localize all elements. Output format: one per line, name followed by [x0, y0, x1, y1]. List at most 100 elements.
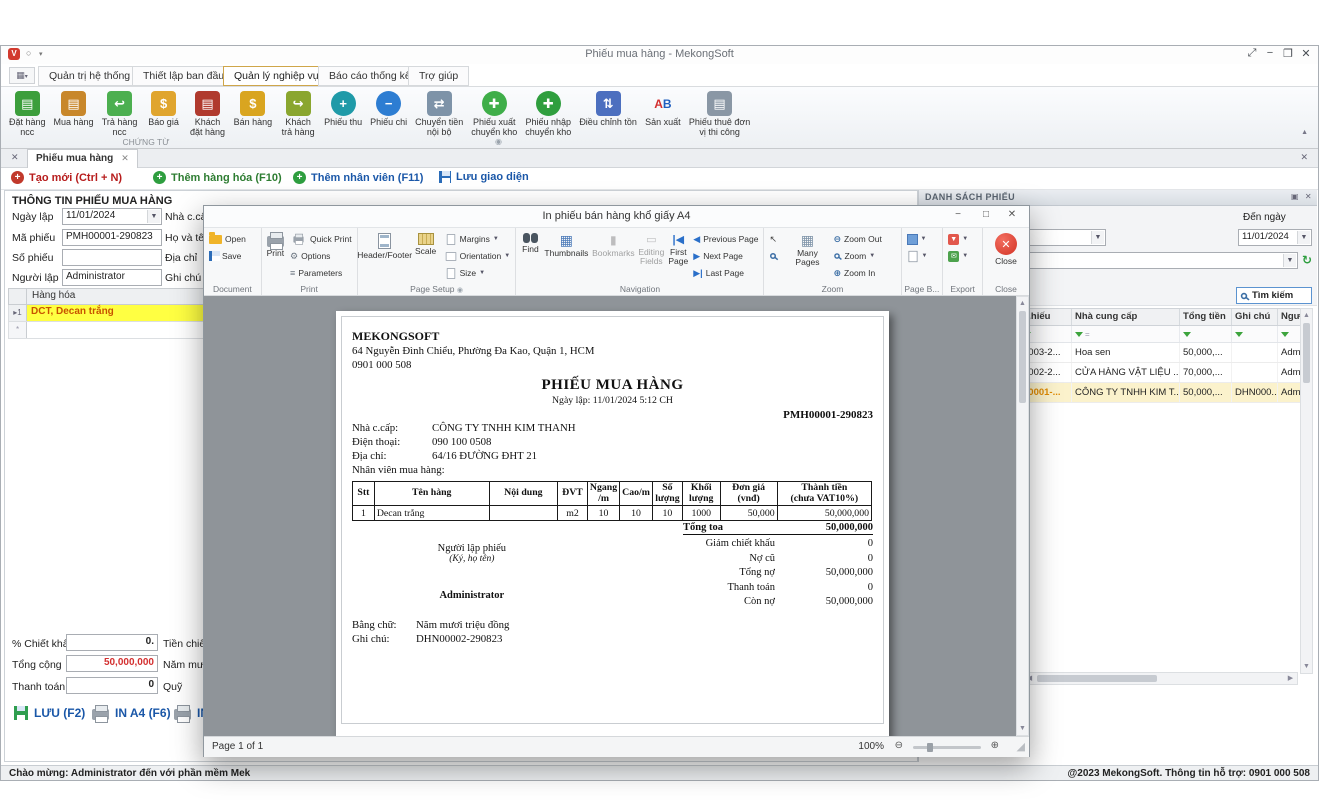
fullscreen-icon[interactable]: ⤢ [1244, 47, 1260, 60]
search-input[interactable]: Tìm kiếm [1236, 287, 1312, 304]
filter-cell[interactable]: = [1072, 326, 1180, 342]
scroll-up-icon[interactable]: ▲ [1301, 310, 1312, 321]
restore-icon[interactable]: ❐ [1280, 47, 1296, 60]
dialog-minimize-icon[interactable]: − [947, 209, 969, 220]
options-button[interactable]: ⚙Options [288, 248, 354, 264]
save-layout-button[interactable]: Lưu giao diện [439, 171, 529, 183]
ribbon-item-mua-hang[interactable]: ▤Mua hàng [50, 89, 98, 127]
ribbon-item-dieu-chinh-ton[interactable]: ⇅Điều chỉnh tồn [575, 89, 641, 127]
save-button[interactable]: Save [207, 248, 248, 264]
new-button[interactable]: +Tạo mới (Ctrl + N) [11, 171, 122, 184]
scrollbar-thumb[interactable] [1303, 323, 1310, 383]
close-preview-button[interactable]: ✕Close [986, 231, 1026, 282]
scrollbar-thumb[interactable] [1037, 675, 1157, 682]
margins-button[interactable]: Margins▼ [443, 231, 513, 247]
zoom-out-button[interactable]: ⊖Zoom Out [831, 231, 883, 247]
chevron-down-icon[interactable]: ▼ [1297, 231, 1310, 244]
ribbon-item-khach-dat-hang[interactable]: ▤Khách đặt hàng [186, 89, 230, 137]
open-button[interactable]: Open [207, 231, 248, 247]
so-phieu-field[interactable] [62, 249, 162, 266]
menu-tab-quan-tri[interactable]: Quản trị hệ thống [38, 66, 141, 86]
page-color-button[interactable]: ▼ [905, 231, 930, 247]
minimize-icon[interactable]: − [1262, 47, 1278, 59]
column-header-tong-tien[interactable]: Tổng tiền [1180, 309, 1232, 325]
save-button[interactable]: LƯU (F2) [14, 706, 85, 720]
menu-tab-nghiep-vu[interactable]: Quản lý nghiệp vụ [223, 66, 330, 86]
ribbon-item-phieu-xuat-chuyen-kho[interactable]: ✚Phiếu xuất chuyển kho [467, 89, 521, 137]
zoom-slider[interactable] [913, 746, 981, 749]
header-footer-button[interactable]: Header/Footer [361, 231, 409, 282]
refresh-icon[interactable]: ↻ [1302, 253, 1312, 267]
menu-tab-tro-giup[interactable]: Trợ giúp [408, 66, 469, 86]
chevron-down-icon[interactable]: ▼ [1283, 254, 1296, 267]
panel-close-icon[interactable]: ✕ [1305, 192, 1312, 201]
chevron-down-icon[interactable]: ▼ [1091, 231, 1104, 244]
tab-phieu-mua-hang[interactable]: Phiếu mua hàng✕ [27, 149, 138, 168]
orientation-button[interactable]: Orientation▼ [443, 248, 513, 264]
pointer-tool-button[interactable]: ↖ [767, 231, 783, 247]
ribbon-item-chuyen-tien-noi-bo[interactable]: ⇄Chuyển tiền nội bộ [411, 89, 467, 137]
ribbon-item-dat-hang-ncc[interactable]: ▤Đặt hàng ncc [5, 89, 50, 137]
tong-cong-field[interactable]: 50,000,000 [66, 655, 158, 672]
preview-vertical-scrollbar[interactable]: ▲ ▼ [1016, 296, 1029, 736]
scroll-down-icon[interactable]: ▼ [1017, 723, 1028, 734]
add-item-button[interactable]: +Thêm hàng hóa (F10) [153, 171, 282, 184]
preview-document-area[interactable]: MEKONGSOFT 64 Nguyễn Đình Chiểu, Phường … [204, 296, 1029, 736]
column-header-nha-cung-cap[interactable]: Nhà cung cấp [1072, 309, 1180, 325]
tab-close-icon[interactable]: ✕ [121, 153, 129, 163]
scroll-up-icon[interactable]: ▲ [1017, 298, 1028, 309]
find-button[interactable]: Find [519, 231, 541, 282]
dialog-close-icon[interactable]: ✕ [1001, 209, 1023, 220]
watermark-button[interactable]: ▼ [905, 248, 930, 264]
ribbon-item-phieu-chi[interactable]: −Phiếu chi [366, 89, 411, 127]
den-ngay-field[interactable]: 11/01/2024▼ [1238, 229, 1312, 246]
zoom-button[interactable]: Zoom▼ [831, 248, 883, 264]
add-employee-button[interactable]: +Thêm nhân viên (F11) [293, 171, 423, 184]
chevron-down-icon[interactable]: ▼ [147, 210, 160, 223]
ribbon-item-phieu-nhap-chuyen-kho[interactable]: ✚Phiếu nhập chuyển kho [521, 89, 575, 137]
export-pdf-button[interactable]: ▼▼ [946, 231, 970, 247]
scrollbar-thumb[interactable] [1019, 311, 1026, 403]
menu-tab-bao-cao[interactable]: Báo cáo thống kê [318, 66, 422, 86]
next-page-button[interactable]: ▶Next Page [691, 248, 760, 264]
empty-cell[interactable] [27, 322, 205, 338]
vertical-scrollbar[interactable]: ▲ ▼ [1300, 308, 1313, 674]
ribbon-group-launcher-icon[interactable]: ◉ [495, 137, 502, 146]
send-email-button[interactable]: ✉▼ [946, 248, 970, 264]
voucher-row[interactable]: 0002-2... CỬA HÀNG VẬT LIỆU ... 70,000,.… [1020, 363, 1312, 383]
many-pages-button[interactable]: ▦Many Pages [785, 231, 829, 282]
horizontal-scrollbar[interactable]: ◀ ▶ [1022, 672, 1298, 685]
ribbon-item-bao-gia[interactable]: $Báo giá [142, 89, 186, 127]
column-header-hang-hoa[interactable]: Hàng hóa [27, 289, 205, 304]
dialog-maximize-icon[interactable]: □ [975, 209, 997, 220]
thanh-toan-field[interactable]: 0 [66, 677, 158, 694]
dialog-titlebar[interactable]: In phiếu bán hàng khổ giấy A4 − □ ✕ [204, 206, 1029, 228]
nguoi-lap-field[interactable]: Administrator [62, 269, 162, 286]
ribbon-item-tra-hang-ncc[interactable]: ↩Trả hàng ncc [98, 89, 142, 137]
zoom-out-icon[interactable]: ⊖ [895, 740, 903, 751]
zoom-slider-thumb[interactable] [927, 743, 933, 752]
thumbnails-button[interactable]: ▦Thumbnails [543, 231, 589, 282]
ribbon-collapse-icon[interactable]: ▲ [1301, 129, 1308, 136]
print-a4-button[interactable]: IN A4 (F6) [92, 706, 171, 720]
voucher-row-selected[interactable]: 00001-... CÔNG TY TNHH KIM T... 50,000,.… [1020, 383, 1312, 403]
print-button[interactable]: Print [265, 231, 286, 282]
zoom-in-button[interactable]: ⊕Zoom In [831, 265, 883, 281]
ribbon-item-san-xuat[interactable]: ABSản xuất [641, 89, 685, 127]
resize-grip[interactable]: ◢ [1017, 740, 1025, 753]
ribbon-item-ban-hang[interactable]: $Bán hàng [230, 89, 277, 127]
ribbon-item-phieu-thue-don-vi[interactable]: ▤Phiếu thuê đơn vị thi công [685, 89, 754, 137]
menu-tab-thiet-lap[interactable]: Thiết lập ban đầu [132, 66, 235, 86]
close-icon[interactable]: ✕ [1298, 47, 1314, 60]
column-header-ghi-chu[interactable]: Ghi chú [1232, 309, 1278, 325]
filter-cell[interactable] [1180, 326, 1232, 342]
app-menu-button[interactable]: ▦▾ [9, 67, 35, 84]
size-button[interactable]: Size▼ [443, 265, 513, 281]
scroll-down-icon[interactable]: ▼ [1301, 661, 1312, 672]
scroll-right-icon[interactable]: ▶ [1285, 673, 1296, 684]
last-page-button[interactable]: ▶|Last Page [691, 265, 760, 281]
ma-phieu-field[interactable]: PMH00001-290823 [62, 229, 162, 246]
voucher-row[interactable]: 0003-2... Hoa sen 50,000,... Admin [1020, 343, 1312, 363]
pin-icon[interactable]: ▣ [1291, 192, 1299, 201]
close-all-tabs-icon[interactable]: ✕ [11, 152, 19, 163]
